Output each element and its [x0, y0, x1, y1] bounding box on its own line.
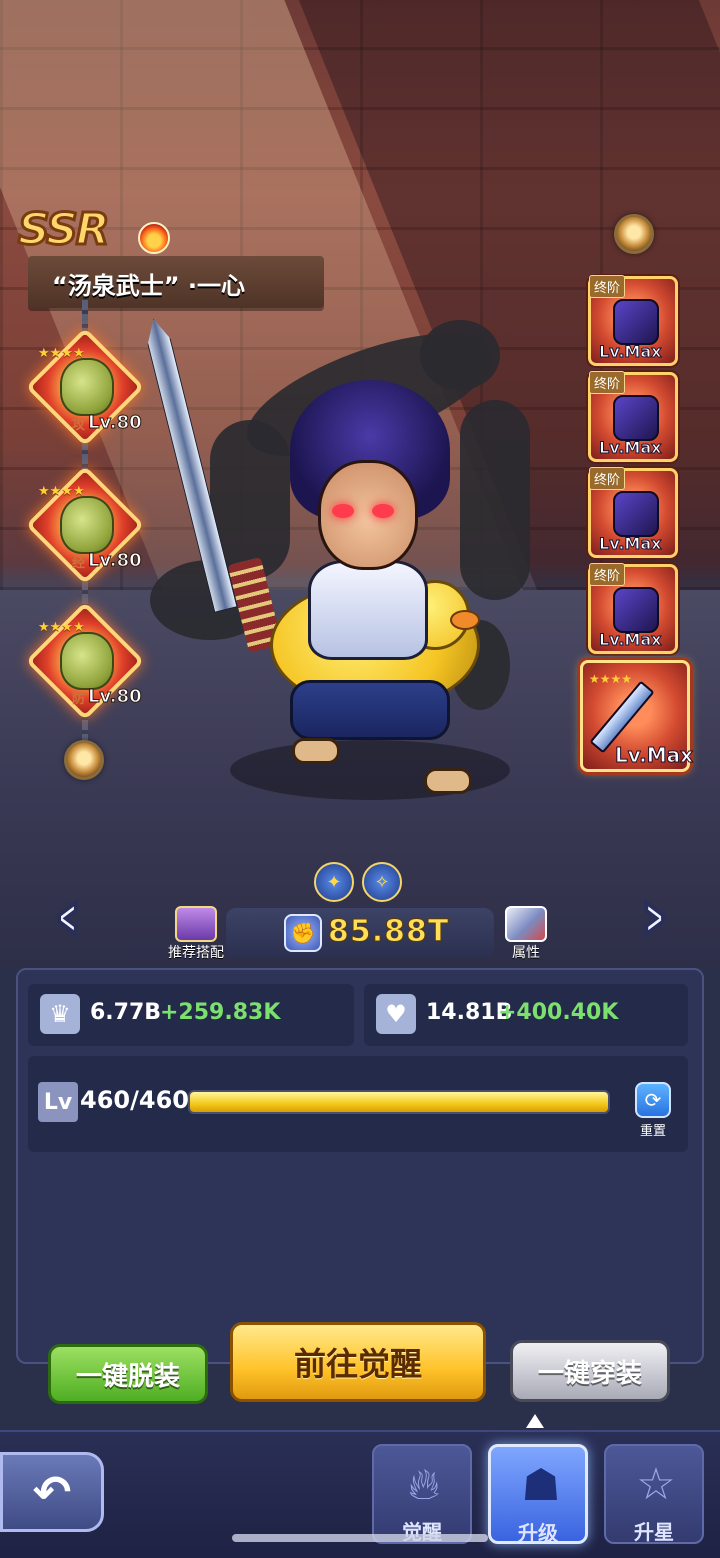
equipment-level: Lv.Max — [598, 438, 662, 458]
book-icon — [175, 906, 217, 942]
skill-slot-3[interactable]: ★★★★ 防 Lv.80 — [25, 601, 145, 721]
back-arrow-button[interactable]: ↶ — [0, 1452, 104, 1532]
durian-angry-icon — [60, 496, 114, 554]
fist-power-icon: ✊ — [284, 914, 322, 952]
attack-increase: +259.83K — [160, 1000, 281, 1025]
unequip-all-button[interactable]: 一键脱装 — [48, 1344, 208, 1404]
equipment-level: Lv.Max — [598, 342, 662, 362]
weapon-slot[interactable]: ★★★★ Lv.Max — [580, 660, 694, 772]
hero-robe — [308, 560, 428, 660]
tab-upgrade-label: 升级 — [518, 1521, 558, 1545]
ink-smoke — [460, 400, 530, 600]
skill-level: Lv.80 — [88, 550, 143, 572]
heart-orb-icon[interactable] — [614, 214, 654, 254]
flame-icon: 🔥︎ — [407, 1458, 441, 1510]
sandal — [292, 738, 340, 764]
attributes-label: 属性 — [512, 945, 540, 961]
level-text: 460/460 — [80, 1086, 189, 1114]
tab-pointer-caret — [526, 1414, 544, 1428]
power-value: 85.88T — [327, 914, 450, 950]
bird-faction-icon[interactable]: ✦ — [314, 862, 354, 902]
level-progress-bar — [188, 1090, 610, 1114]
attack-value: 6.77B — [90, 1000, 162, 1025]
recommend-loadout-label: 推荐搭配 — [168, 945, 224, 961]
recommend-loadout-button[interactable]: 推荐搭配 — [162, 906, 230, 962]
equipment-slot-1[interactable]: 终阶 Lv.Max — [588, 275, 678, 366]
equipment-level: Lv.Max — [598, 630, 662, 650]
rarity-badge: SSR — [17, 203, 112, 257]
duck-beak — [450, 610, 480, 630]
skill-stars: ★★★★ — [38, 347, 85, 360]
equipment-slot-2[interactable]: 终阶 Lv.Max — [588, 371, 678, 462]
helmet-gear-icon — [613, 587, 659, 633]
skill-level: Lv.80 — [88, 412, 143, 434]
ink-smoke — [420, 320, 500, 390]
hero-silhouette-icon: ☗ — [521, 1459, 561, 1511]
hero-name: “汤泉武士” ·一心 — [52, 272, 246, 300]
hero-shadow — [230, 740, 510, 800]
equipment-tier: 终阶 — [589, 467, 626, 490]
skill-slot-1[interactable]: ★★★★ 攻 Lv.80 — [25, 327, 145, 447]
durian-soldier-icon — [60, 632, 114, 690]
weapon-level: Lv.Max — [614, 743, 694, 768]
skill-type: 攻 — [72, 418, 86, 433]
armor-gear-icon — [613, 395, 659, 441]
equip-all-button[interactable]: 一键穿装 — [510, 1340, 670, 1402]
attributes-button[interactable]: 属性 — [502, 906, 550, 962]
equipment-slot-3[interactable]: 终阶 Lv.Max — [588, 467, 678, 558]
reset-button[interactable]: ⟳ 重置 — [632, 1082, 674, 1139]
star-icon: ☆ — [636, 1458, 676, 1510]
equipment-slot-4[interactable]: 终阶 Lv.Max — [588, 563, 678, 654]
skill-type: 防 — [72, 692, 86, 707]
weapon-stars: ★★★★ — [589, 672, 633, 686]
next-hero-arrow-icon[interactable]: › — [626, 872, 682, 958]
glowing-eye — [332, 504, 354, 518]
skill-slot-2[interactable]: ★★★★ 经 Lv.80 — [25, 465, 145, 585]
heart-orb-icon[interactable] — [64, 740, 104, 780]
glove-gear-icon — [613, 491, 659, 537]
fire-element-icon[interactable] — [138, 222, 170, 254]
gun-class-icon[interactable]: ✧ — [362, 862, 402, 902]
tab-star-up[interactable]: ☆ 升星 — [604, 1444, 704, 1544]
glowing-eye — [372, 504, 394, 518]
durian-boxer-icon — [60, 358, 114, 416]
attributes-icon — [505, 906, 547, 942]
equipment-tier: 终阶 — [589, 275, 626, 298]
axe-gear-icon — [613, 299, 659, 345]
level-badge: Lv — [38, 1082, 78, 1122]
home-indicator — [232, 1534, 488, 1542]
tab-upgrade[interactable]: ☗ 升级 — [488, 1444, 588, 1545]
reset-label: 重置 — [639, 1124, 666, 1139]
skill-level: Lv.80 — [88, 686, 143, 708]
tab-awaken[interactable]: 🔥︎ 觉醒 — [372, 1444, 472, 1544]
equipment-tier: 终阶 — [589, 563, 626, 586]
skill-stars: ★★★★ — [38, 621, 85, 634]
go-awaken-button[interactable]: 前往觉醒 — [230, 1322, 486, 1402]
hp-increase: +400.40K — [498, 1000, 619, 1025]
equipment-tier: 终阶 — [589, 371, 626, 394]
previous-hero-arrow-icon[interactable]: ‹ — [40, 872, 96, 958]
attack-crown-icon: ♛ — [40, 994, 80, 1034]
skill-stars: ★★★★ — [38, 485, 85, 498]
equipment-level: Lv.Max — [598, 534, 662, 554]
tab-star-up-label: 升星 — [634, 1520, 674, 1544]
refresh-icon: ⟳ — [635, 1082, 671, 1118]
skill-type: 经 — [72, 556, 86, 571]
sandal — [424, 768, 472, 794]
hero-pants — [290, 680, 450, 740]
heart-hp-icon: ♥ — [376, 994, 416, 1034]
level-progress-fill — [190, 1092, 608, 1112]
